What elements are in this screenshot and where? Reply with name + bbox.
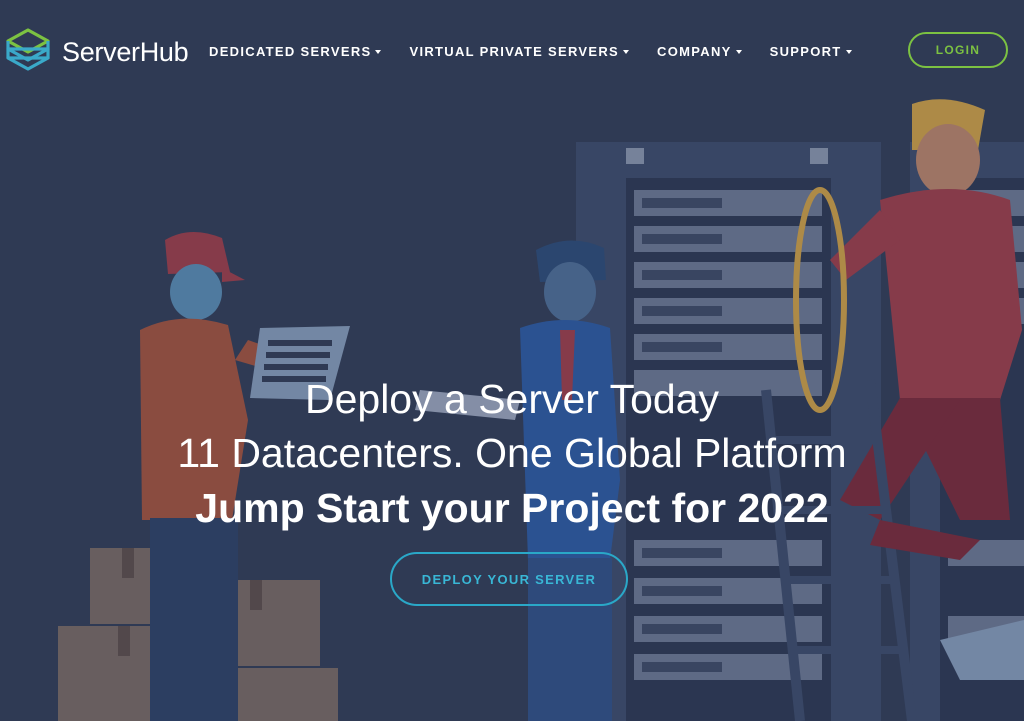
chevron-down-icon	[623, 49, 630, 54]
chevron-down-icon	[375, 49, 382, 54]
nav-support[interactable]: SUPPORT	[770, 44, 852, 59]
hero-headline: Deploy a Server Today 11 Datacenters. On…	[0, 372, 1024, 536]
hero-subtitle: 11 Datacenters. One Global Platform	[177, 430, 847, 476]
nav-label: DEDICATED SERVERS	[209, 44, 372, 59]
chevron-down-icon	[845, 49, 852, 54]
chevron-down-icon	[735, 49, 742, 54]
nav-virtual-private-servers[interactable]: VIRTUAL PRIVATE SERVERS	[409, 44, 630, 59]
datacenter-illustration	[0, 0, 1024, 721]
nav-label: SUPPORT	[769, 44, 842, 59]
top-navigation: ServerHub DEDICATED SERVERS VIRTUAL PRIV…	[0, 0, 1024, 104]
brand-logo[interactable]: ServerHub	[6, 28, 189, 76]
hero-tagline: Jump Start your Project for 2022	[195, 485, 829, 531]
brand-name: ServerHub	[62, 36, 189, 67]
nav-label: COMPANY	[657, 44, 732, 59]
stacked-layers-icon	[6, 28, 50, 71]
login-button[interactable]: LOGIN	[908, 32, 1008, 68]
nav-company[interactable]: COMPANY	[657, 44, 742, 59]
hero-section: ServerHub DEDICATED SERVERS VIRTUAL PRIV…	[0, 0, 1024, 721]
nav-label: VIRTUAL PRIVATE SERVERS	[409, 44, 620, 59]
deploy-server-button[interactable]: DEPLOY YOUR SERVER	[390, 552, 628, 606]
nav-dedicated-servers[interactable]: DEDICATED SERVERS	[209, 44, 382, 59]
hero-title: Deploy a Server Today	[304, 376, 720, 422]
main-menu: DEDICATED SERVERS VIRTUAL PRIVATE SERVER…	[209, 44, 880, 59]
